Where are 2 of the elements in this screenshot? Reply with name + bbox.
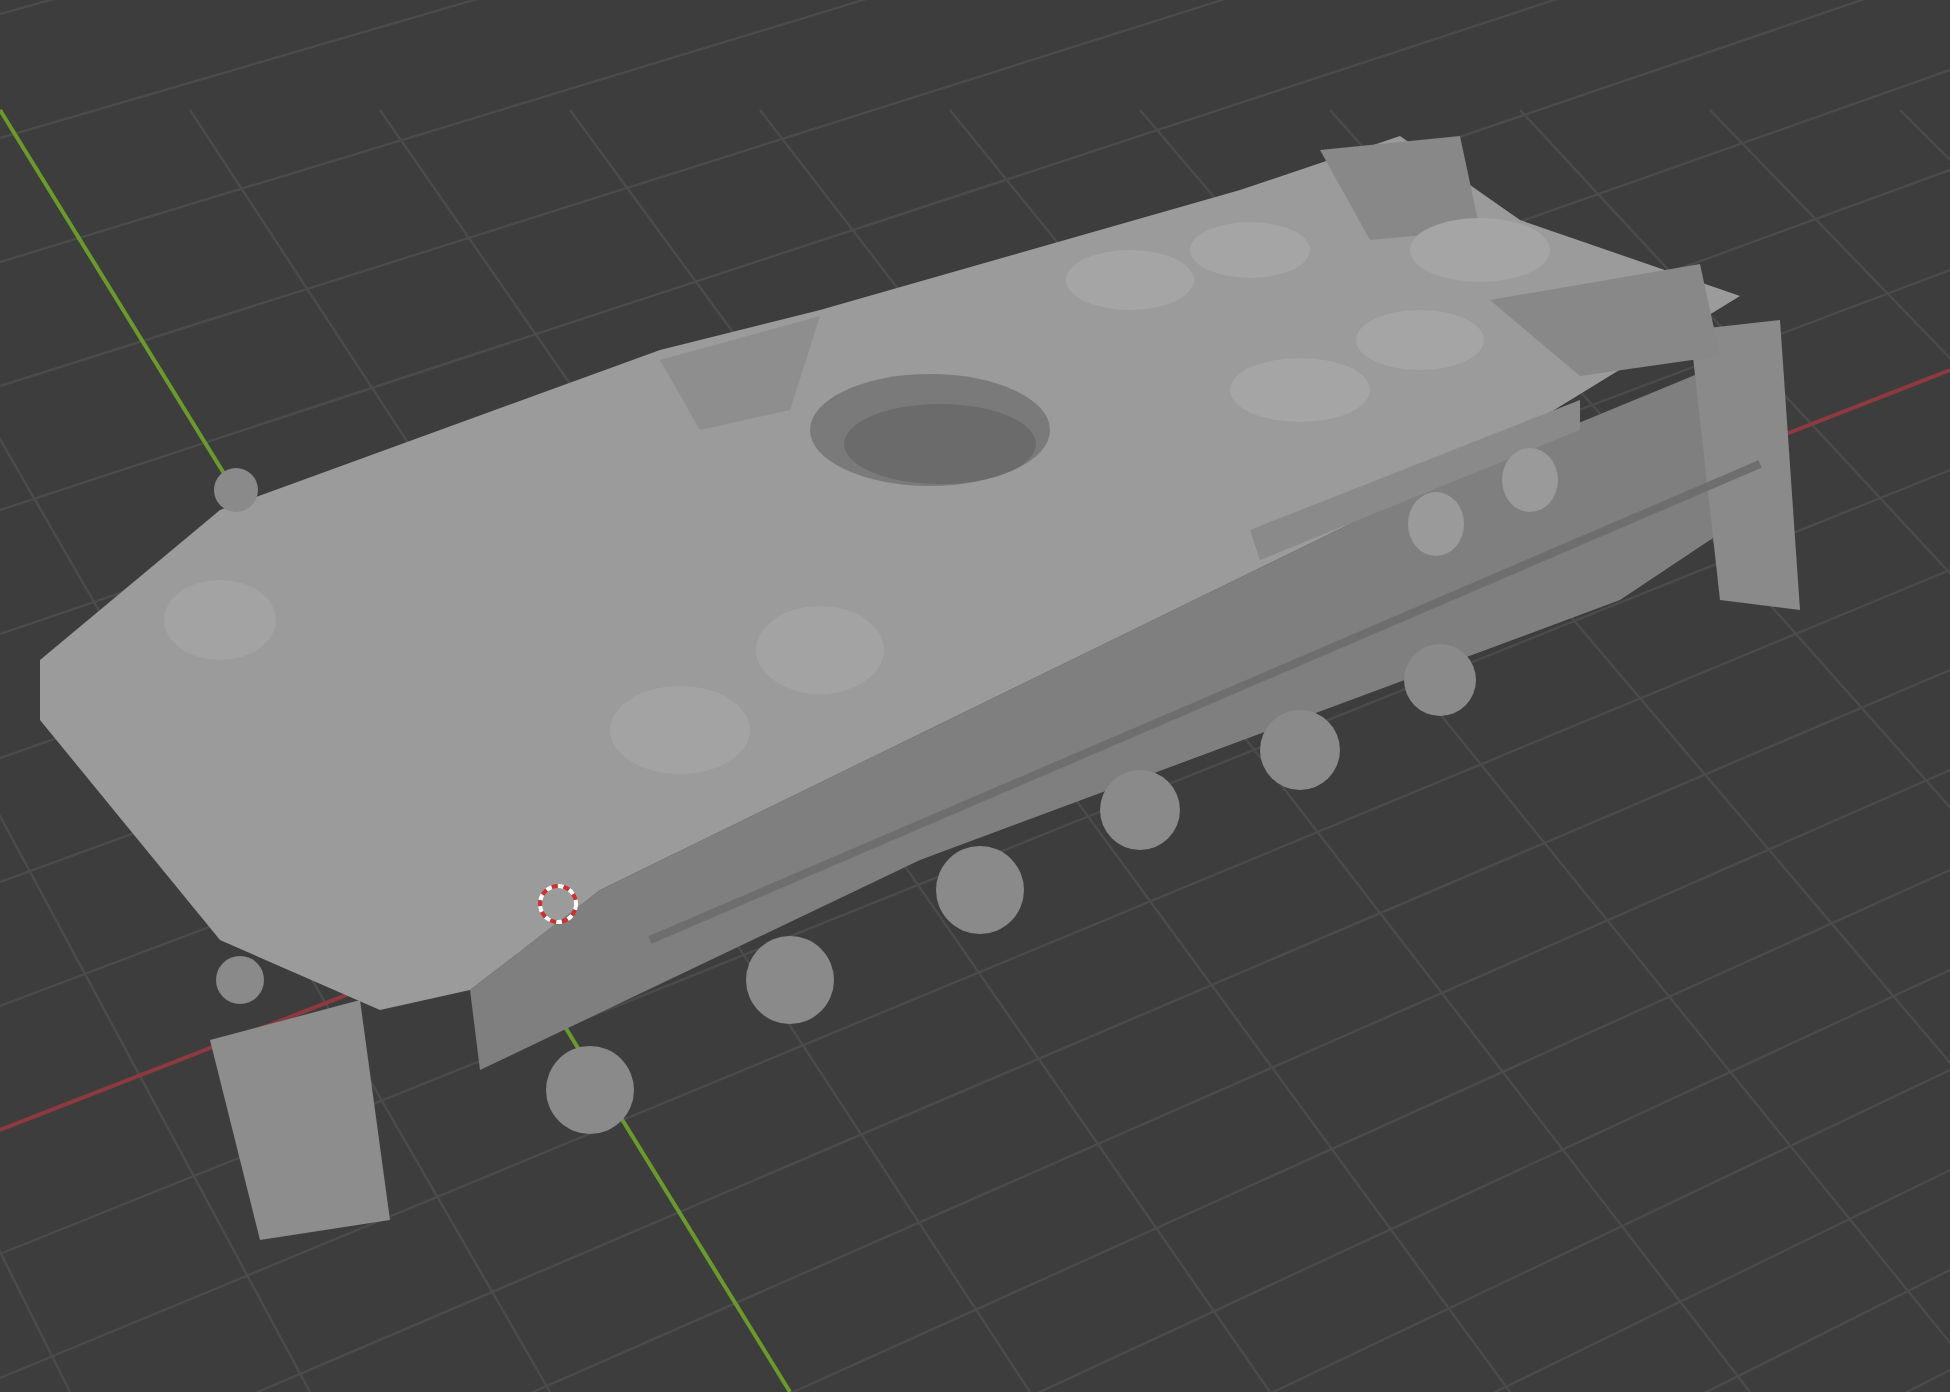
3d-viewport[interactable] [0,0,1950,1392]
3d-cursor-icon[interactable] [538,884,578,924]
